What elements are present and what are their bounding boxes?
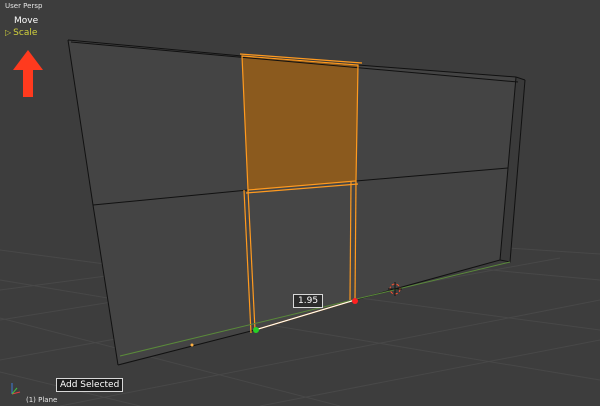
red-up-arrow-icon xyxy=(13,50,43,97)
face-bottom-right xyxy=(355,168,508,300)
history-item-move[interactable]: Move xyxy=(5,15,38,27)
view-label: User Persp xyxy=(5,2,43,10)
face-top-middle xyxy=(242,56,358,190)
object-info: (1) Plane xyxy=(26,396,58,404)
mesh-scene[interactable] xyxy=(0,0,600,406)
add-selected-label[interactable]: Add Selected xyxy=(56,378,124,392)
axis-gizmo-icon xyxy=(11,383,21,395)
history-item-scale[interactable]: ▷ Scale xyxy=(5,27,38,39)
slide-start-vertex xyxy=(253,327,259,333)
history-panel: Move ▷ Scale xyxy=(5,15,38,39)
edge-length-readout: 1.95 xyxy=(293,294,324,308)
edge-midpoint xyxy=(190,343,194,347)
face-top-right xyxy=(356,65,516,181)
history-item-label: Scale xyxy=(13,28,38,38)
slide-end-vertex xyxy=(352,298,358,304)
face-top-left xyxy=(68,40,248,205)
face-bottom-left xyxy=(93,190,255,365)
wall-faces xyxy=(68,40,525,365)
history-item-label: Move xyxy=(14,16,39,26)
3d-viewport[interactable]: User Persp Move ▷ Scale 1.95 Add Selected… xyxy=(0,0,600,406)
play-triangle-icon: ▷ xyxy=(5,28,12,37)
